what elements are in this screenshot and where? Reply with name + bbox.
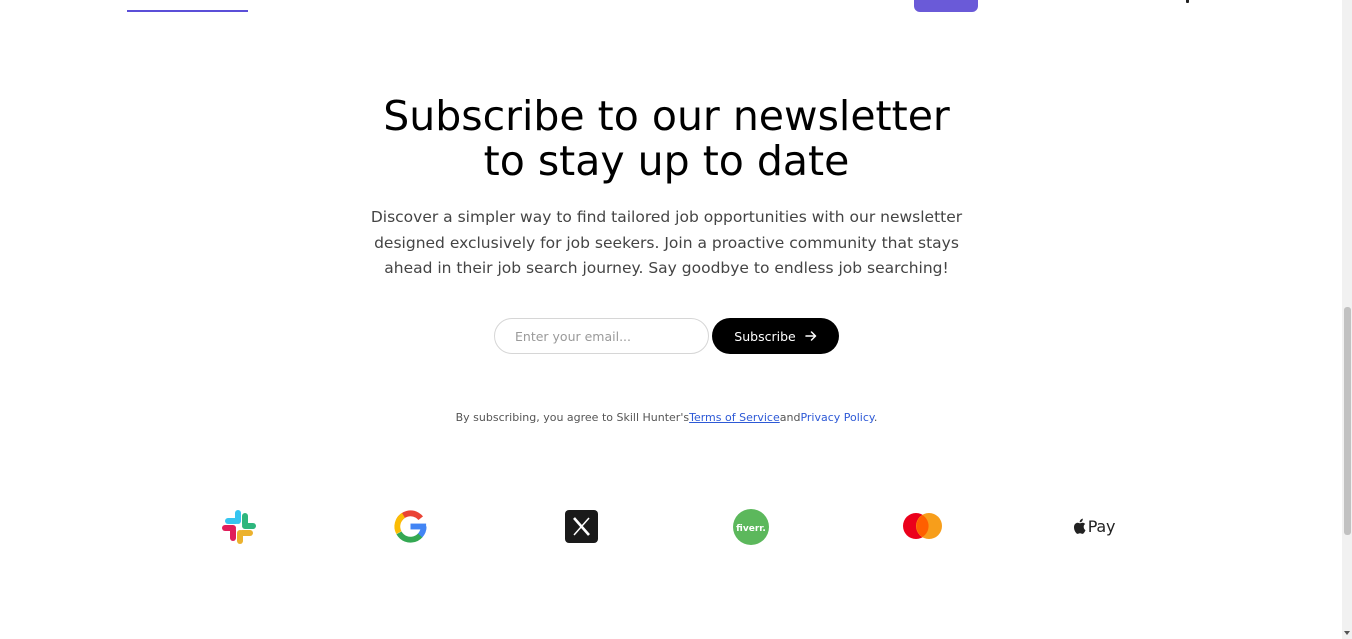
terms-of-service-link[interactable]: Terms of Service [689,411,780,424]
newsletter-headline: Subscribe to our newsletter to stay up t… [0,94,1333,184]
fiverr-logo-text: fiverr. [736,524,766,534]
apple-icon [1073,518,1086,534]
apple-pay-icon: Pay [1070,514,1118,538]
subscribe-button[interactable]: Subscribe [712,318,839,354]
x-icon [565,510,598,543]
nav-item-fragment [1186,0,1189,3]
mastercard-icon [902,512,943,540]
arrow-right-icon [804,331,816,341]
headline-line-2: to stay up to date [483,137,850,185]
nav-cta-button[interactable] [914,0,978,12]
page-scrollbar-thumb[interactable] [1344,307,1351,535]
legal-and: and [779,411,801,424]
fiverr-icon: fiverr. [732,508,770,546]
scroll-down-arrow-icon[interactable] [1344,631,1350,635]
newsletter-description: Discover a simpler way to find tailored … [370,208,963,277]
active-nav-underline [127,10,248,12]
headline-line-1: Subscribe to our newsletter [383,92,950,140]
subscribe-button-label: Subscribe [734,328,796,344]
legal-prefix: By subscribing, you agree to Skill Hunte… [455,411,690,424]
apple-pay-label: Pay [1087,516,1116,536]
legal-notice: By subscribing, you agree to Skill Hunte… [0,411,1333,424]
slack-icon [220,508,258,546]
email-input[interactable] [494,318,709,354]
google-icon [391,507,430,546]
privacy-policy-link[interactable]: Privacy Policy [800,411,873,424]
legal-suffix: . [873,411,878,424]
